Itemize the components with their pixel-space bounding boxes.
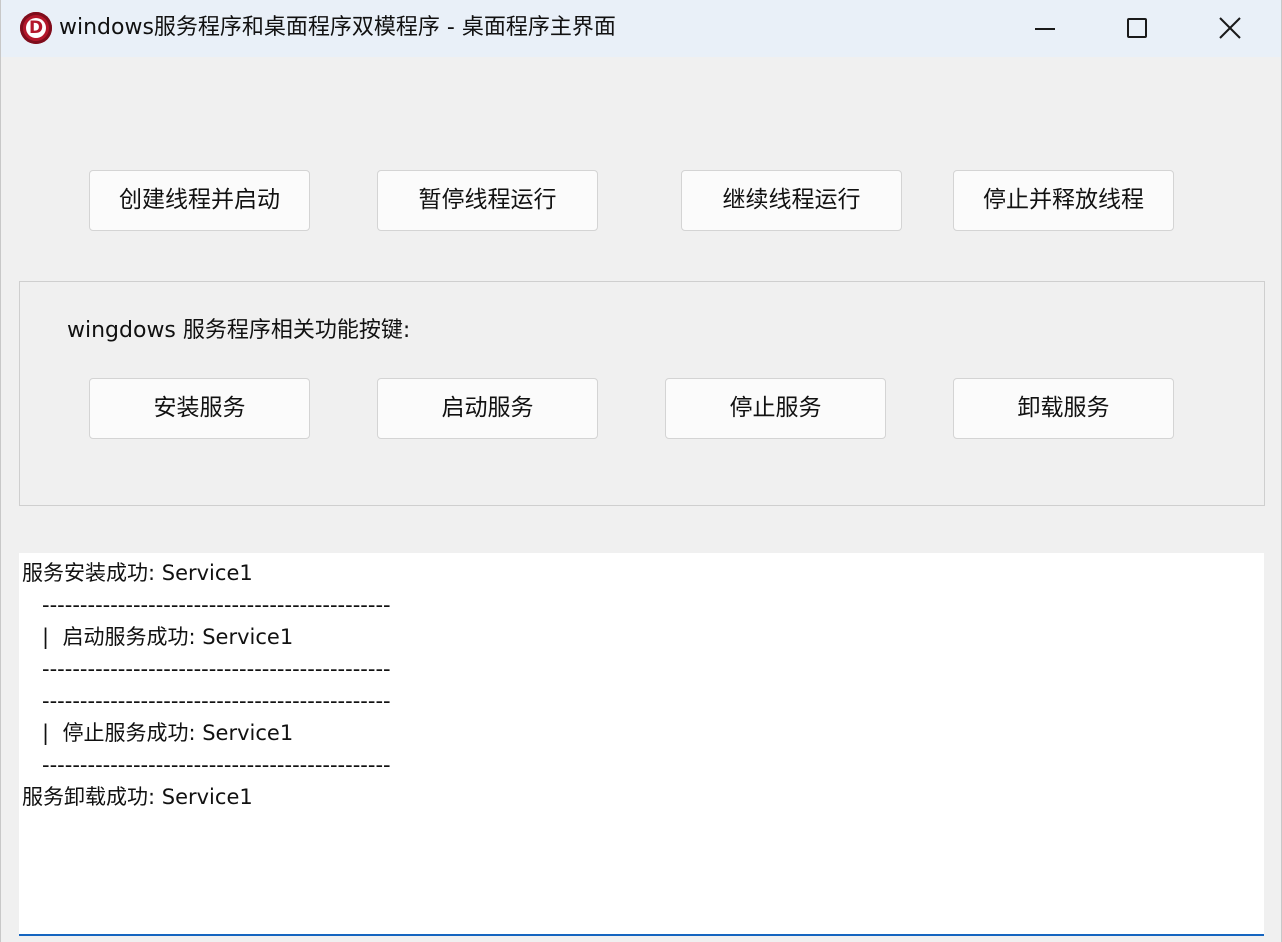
close-icon <box>1219 17 1241 39</box>
main-window: D windows服务程序和桌面程序双模程序 - 桌面程序主界面 创建线程并启动… <box>0 0 1282 942</box>
log-line: ----------------------------------------… <box>22 657 391 681</box>
log-line: | 启动服务成功: Service1 <box>22 625 294 649</box>
log-memo[interactable]: 服务安装成功: Service1 -----------------------… <box>19 553 1264 936</box>
maximize-icon <box>1127 18 1147 38</box>
stop-release-thread-button[interactable]: 停止并释放线程 <box>953 170 1174 231</box>
close-button[interactable] <box>1183 0 1275 57</box>
service-group-label: wingdows 服务程序相关功能按键: <box>67 318 411 343</box>
minimize-button[interactable] <box>999 0 1091 57</box>
app-icon[interactable]: D <box>20 12 52 44</box>
log-line: ----------------------------------------… <box>22 689 391 713</box>
install-service-button[interactable]: 安装服务 <box>89 378 310 439</box>
uninstall-service-button[interactable]: 卸载服务 <box>953 378 1174 439</box>
start-service-button[interactable]: 启动服务 <box>377 378 598 439</box>
create-start-thread-button[interactable]: 创建线程并启动 <box>89 170 310 231</box>
window-title: windows服务程序和桌面程序双模程序 - 桌面程序主界面 <box>59 15 616 40</box>
resume-thread-button[interactable]: 继续线程运行 <box>681 170 902 231</box>
log-line: 服务安装成功: Service1 <box>22 561 253 585</box>
title-bar[interactable]: D windows服务程序和桌面程序双模程序 - 桌面程序主界面 <box>1 0 1281 57</box>
stop-service-button[interactable]: 停止服务 <box>665 378 886 439</box>
log-line: | 停止服务成功: Service1 <box>22 721 294 745</box>
log-line: ----------------------------------------… <box>22 753 391 777</box>
log-line: ----------------------------------------… <box>22 593 391 617</box>
maximize-button[interactable] <box>1091 0 1183 57</box>
pause-thread-button[interactable]: 暂停线程运行 <box>377 170 598 231</box>
app-icon-letter: D <box>26 18 46 38</box>
log-line: 服务卸载成功: Service1 <box>22 785 253 809</box>
minimize-icon <box>1035 28 1055 30</box>
